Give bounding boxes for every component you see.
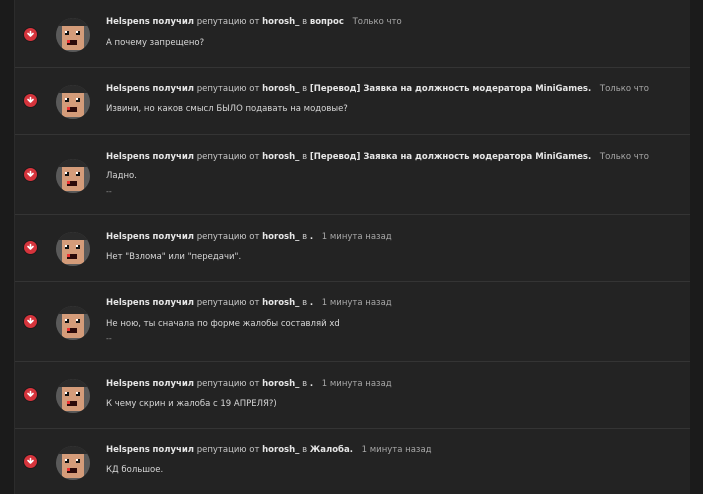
list-item: Helspens получил репутацию от horosh_ в … xyxy=(15,68,691,135)
verb-text: получил xyxy=(152,232,195,242)
user-link[interactable]: Helspens xyxy=(106,84,150,94)
timestamp: Только что xyxy=(352,17,402,27)
timestamp: 1 минута назад xyxy=(361,445,432,455)
topic-link[interactable]: . xyxy=(310,298,313,308)
avatar[interactable] xyxy=(56,379,90,413)
list-item: Helspens получил репутацию от horosh_ в … xyxy=(15,135,691,215)
user-link[interactable]: Helspens xyxy=(106,232,150,242)
avatar[interactable] xyxy=(56,85,90,119)
rep-meta: Helspens получил репутацию от horosh_ в … xyxy=(106,16,681,28)
topic-link[interactable]: . xyxy=(310,232,313,242)
avatar[interactable] xyxy=(56,306,90,340)
reputation-feed: Helspens получил репутацию от horosh_ в … xyxy=(14,0,692,494)
rep-meta: Helspens получил репутацию от horosh_ в … xyxy=(106,231,681,243)
list-item: Helspens получил репутацию от horosh_ в … xyxy=(15,215,691,282)
rep-text: репутацию от xyxy=(196,17,260,27)
topic-link[interactable]: . xyxy=(310,379,313,389)
post-excerpt: Нет "Взлома" или "передачи". xyxy=(106,252,242,262)
thumbs-down-icon[interactable] xyxy=(24,315,37,328)
thumbs-down-icon[interactable] xyxy=(24,94,37,107)
thumbs-down-icon[interactable] xyxy=(24,168,37,181)
from-user-link[interactable]: horosh_ xyxy=(262,232,299,242)
user-link[interactable]: Helspens xyxy=(106,445,150,455)
topic-link[interactable]: [Перевод] Заявка на должность модератора… xyxy=(310,152,591,162)
verb-text: получил xyxy=(152,298,195,308)
rep-meta: Helspens получил репутацию от horosh_ в … xyxy=(106,297,681,309)
list-item: Helspens получил репутацию от horosh_ в … xyxy=(15,0,691,68)
topic-link[interactable]: Жалоба. xyxy=(310,445,353,455)
thumbs-down-icon[interactable] xyxy=(24,241,37,254)
avatar[interactable] xyxy=(56,18,90,52)
timestamp: Только что xyxy=(599,84,649,94)
user-link[interactable]: Helspens xyxy=(106,17,150,27)
from-user-link[interactable]: horosh_ xyxy=(262,17,299,27)
timestamp: 1 минута назад xyxy=(321,298,392,308)
verb-text: получил xyxy=(152,152,195,162)
rep-meta: Helspens получил репутацию от horosh_ в … xyxy=(106,151,681,163)
rep-text: репутацию от xyxy=(196,445,260,455)
from-user-link[interactable]: horosh_ xyxy=(262,84,299,94)
rep-meta: Helspens получил репутацию от horosh_ в … xyxy=(106,444,681,456)
rep-meta: Helspens получил репутацию от horosh_ в … xyxy=(106,378,681,390)
rep-meta: Helspens получил репутацию от horosh_ в … xyxy=(106,83,681,95)
post-excerpt: Ладно. xyxy=(106,171,137,181)
from-user-link[interactable]: horosh_ xyxy=(262,152,299,162)
user-link[interactable]: Helspens xyxy=(106,152,150,162)
verb-text: получил xyxy=(152,17,195,27)
post-excerpt: Не ною, ты сначала по форме жалобы соста… xyxy=(106,319,340,329)
thumbs-down-icon[interactable] xyxy=(24,28,37,41)
prep-text: в xyxy=(302,232,308,242)
post-excerpt: А почему запрещено? xyxy=(106,38,205,48)
verb-text: получил xyxy=(152,379,195,389)
signature-separator: -- xyxy=(106,334,112,343)
post-excerpt: К чему скрин и жалоба с 19 АПРЕЛЯ?) xyxy=(106,399,277,409)
thumbs-down-icon[interactable] xyxy=(24,455,37,468)
rep-text: репутацию от xyxy=(196,152,260,162)
rep-text: репутацию от xyxy=(196,298,260,308)
prep-text: в xyxy=(302,84,308,94)
list-item: Helspens получил репутацию от horosh_ в … xyxy=(15,429,691,494)
signature-separator: -- xyxy=(106,187,112,196)
prep-text: в xyxy=(302,17,308,27)
prep-text: в xyxy=(302,152,308,162)
page-edge xyxy=(690,0,703,494)
thumbs-down-icon[interactable] xyxy=(24,388,37,401)
rep-text: репутацию от xyxy=(196,232,260,242)
topic-link[interactable]: [Перевод] Заявка на должность модератора… xyxy=(310,84,591,94)
list-item: Helspens получил репутацию от horosh_ в … xyxy=(15,362,691,429)
rep-text: репутацию от xyxy=(196,379,260,389)
timestamp: 1 минута назад xyxy=(321,232,392,242)
prep-text: в xyxy=(302,445,308,455)
prep-text: в xyxy=(302,379,308,389)
post-excerpt: Извини, но каков смысл БЫЛО подавать на … xyxy=(106,104,348,114)
verb-text: получил xyxy=(152,445,195,455)
from-user-link[interactable]: horosh_ xyxy=(262,379,299,389)
avatar[interactable] xyxy=(56,159,90,193)
timestamp: Только что xyxy=(599,152,649,162)
avatar[interactable] xyxy=(56,446,90,480)
user-link[interactable]: Helspens xyxy=(106,298,150,308)
list-item: Helspens получил репутацию от horosh_ в … xyxy=(15,282,691,362)
user-link[interactable]: Helspens xyxy=(106,379,150,389)
verb-text: получил xyxy=(152,84,195,94)
prep-text: в xyxy=(302,298,308,308)
rep-text: репутацию от xyxy=(196,84,260,94)
post-excerpt: КД большое. xyxy=(106,465,164,475)
timestamp: 1 минута назад xyxy=(321,379,392,389)
from-user-link[interactable]: horosh_ xyxy=(262,445,299,455)
avatar[interactable] xyxy=(56,232,90,266)
topic-link[interactable]: вопрос xyxy=(310,17,344,27)
from-user-link[interactable]: horosh_ xyxy=(262,298,299,308)
